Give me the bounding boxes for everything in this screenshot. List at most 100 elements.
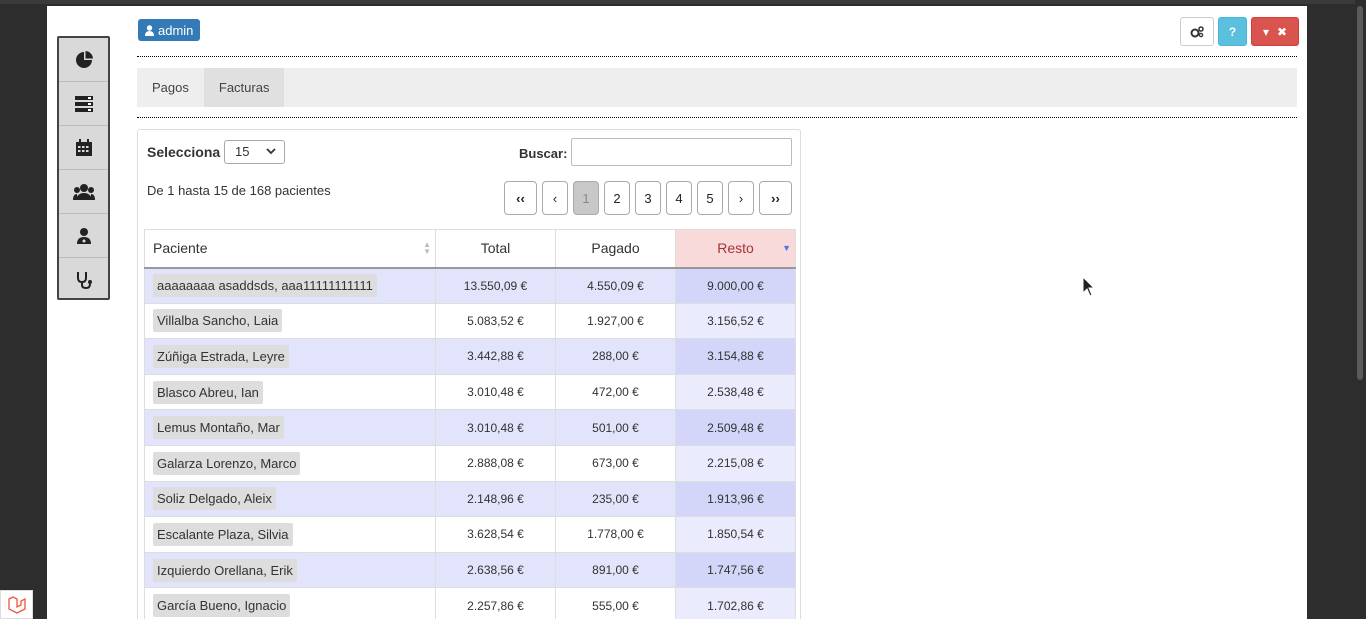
vertical-scrollbar[interactable] bbox=[1355, 0, 1366, 619]
toolbar: ? ▾ ✖ bbox=[1180, 17, 1299, 46]
help-button[interactable]: ? bbox=[1218, 17, 1247, 46]
users-icon bbox=[72, 183, 95, 200]
column-header-total[interactable]: Total bbox=[435, 229, 556, 269]
table-row[interactable]: Galarza Lorenzo, Marco 2.888,08 €673,00 €… bbox=[144, 444, 796, 482]
table-row[interactable]: García Bueno, Ignacio 2.257,86 €555,00 €1… bbox=[144, 587, 796, 619]
page-button-1[interactable]: 1 bbox=[573, 181, 599, 215]
settings-button[interactable] bbox=[1180, 17, 1214, 46]
search-label: Buscar: bbox=[519, 146, 568, 161]
patient-name[interactable]: Galarza Lorenzo, Marco bbox=[153, 451, 301, 475]
mouse-cursor-icon bbox=[1082, 276, 1096, 297]
cell-total: 2.257,86 € bbox=[435, 587, 556, 619]
cell-paciente: Escalante Plaza, Silvia bbox=[144, 516, 436, 553]
sidebar-item-dashboard[interactable] bbox=[59, 38, 108, 82]
cell-resto: 1.913,96 € bbox=[675, 480, 796, 518]
table-row[interactable]: Soliz Delgado, Aleix 2.148,96 €235,00 €1.… bbox=[144, 480, 796, 518]
sidebar-item-medical[interactable] bbox=[59, 258, 108, 302]
column-header-pagado[interactable]: Pagado bbox=[555, 229, 676, 269]
page-first-button[interactable]: ‹‹ bbox=[504, 181, 537, 215]
column-header-paciente[interactable]: Paciente ▲ ▼ bbox=[144, 229, 436, 269]
tab-facturas[interactable]: Facturas bbox=[203, 68, 285, 107]
patient-name[interactable]: Lemus Montaño, Mar bbox=[153, 416, 284, 440]
divider-bottom bbox=[137, 117, 1297, 118]
caret-down-icon: ▾ bbox=[1262, 24, 1269, 39]
cell-pagado: 288,00 € bbox=[555, 338, 676, 375]
cell-pagado: 555,00 € bbox=[555, 587, 676, 619]
cell-resto: 3.156,52 € bbox=[675, 302, 796, 340]
cell-resto: 2.215,08 € bbox=[675, 444, 796, 482]
cell-paciente: Izquierdo Orellana, Erik bbox=[144, 551, 436, 589]
window-control-button[interactable]: ▾ ✖ bbox=[1251, 17, 1299, 46]
page-last-button[interactable]: ›› bbox=[759, 181, 792, 215]
sort-both-icon: ▲ ▼ bbox=[423, 240, 431, 256]
patient-name[interactable]: Blasco Abreu, Ian bbox=[153, 380, 263, 404]
cell-total: 5.083,52 € bbox=[435, 302, 556, 340]
column-label: Total bbox=[480, 240, 511, 257]
user-badge[interactable]: admin bbox=[138, 19, 201, 41]
patient-name[interactable]: Zúñiga Estrada, Leyre bbox=[153, 344, 289, 368]
browser-top-strip bbox=[0, 0, 1366, 4]
cell-paciente: Lemus Montaño, Mar bbox=[144, 409, 436, 446]
sidebar bbox=[57, 36, 110, 300]
page-button-5[interactable]: 5 bbox=[697, 181, 723, 215]
patient-name[interactable]: García Bueno, Ignacio bbox=[153, 594, 291, 618]
column-header-resto[interactable]: Resto ▼ bbox=[675, 229, 796, 269]
page-size-label: Selecciona bbox=[147, 144, 221, 160]
table-row[interactable]: aaaaaaaa asaddsds, aaa11111111111 13.550,… bbox=[144, 267, 796, 304]
page-size-select[interactable]: 15 bbox=[224, 140, 285, 164]
payments-table: Paciente ▲ ▼ Total Pagado Resto ▼ aaaaaaa… bbox=[144, 229, 796, 619]
server-list-icon bbox=[74, 95, 93, 112]
sidebar-item-calendar[interactable] bbox=[59, 126, 108, 170]
cell-paciente: Blasco Abreu, Ian bbox=[144, 373, 436, 411]
table-row[interactable]: Blasco Abreu, Ian 3.010,48 €472,00 €2.538… bbox=[144, 373, 796, 411]
patient-name[interactable]: Soliz Delgado, Aleix bbox=[153, 487, 276, 511]
cell-paciente: Zúñiga Estrada, Leyre bbox=[144, 338, 436, 375]
page-content: admin ? ▾ ✖ Pagos Facturas Selecciona 15… bbox=[47, 6, 1307, 619]
cell-paciente: Villalba Sancho, Laia bbox=[144, 302, 436, 340]
cell-total: 2.148,96 € bbox=[435, 480, 556, 518]
column-label: Pagado bbox=[591, 240, 640, 257]
pagination: ‹‹ ‹ 1 2 3 4 5 › ›› bbox=[504, 181, 792, 215]
table-info: De 1 hasta 15 de 168 pacientes bbox=[147, 183, 331, 198]
cell-pagado: 472,00 € bbox=[555, 373, 676, 411]
patient-name[interactable]: Villalba Sancho, Laia bbox=[153, 309, 283, 333]
cell-resto: 2.509,48 € bbox=[675, 409, 796, 446]
payments-panel: Selecciona 15 Buscar: De 1 hasta 15 de 1… bbox=[137, 129, 801, 619]
table-row[interactable]: Zúñiga Estrada, Leyre 3.442,88 €288,00 €3… bbox=[144, 338, 796, 375]
patient-name[interactable]: Izquierdo Orellana, Erik bbox=[153, 558, 297, 582]
table-row[interactable]: Escalante Plaza, Silvia 3.628,54 €1.778,0… bbox=[144, 516, 796, 553]
search-input[interactable] bbox=[571, 138, 792, 166]
page-button-3[interactable]: 3 bbox=[635, 181, 661, 215]
scrollbar-thumb[interactable] bbox=[1357, 6, 1363, 380]
patient-name[interactable]: aaaaaaaa asaddsds, aaa11111111111 bbox=[153, 274, 377, 298]
patient-name[interactable]: Escalante Plaza, Silvia bbox=[153, 522, 293, 546]
table-row[interactable]: Izquierdo Orellana, Erik 2.638,56 €891,00… bbox=[144, 551, 796, 589]
table-row[interactable]: Villalba Sancho, Laia 5.083,52 €1.927,00 … bbox=[144, 302, 796, 340]
sidebar-item-patients[interactable] bbox=[59, 170, 108, 214]
column-label: Resto bbox=[717, 240, 754, 257]
page-size-value: 15 bbox=[235, 144, 250, 159]
page-next-button[interactable]: › bbox=[728, 181, 754, 215]
pie-chart-icon bbox=[75, 50, 93, 68]
cell-total: 2.638,56 € bbox=[435, 551, 556, 589]
sidebar-item-list[interactable] bbox=[59, 82, 108, 126]
user-name: admin bbox=[158, 22, 194, 38]
cell-resto: 1.747,56 € bbox=[675, 551, 796, 589]
cell-pagado: 501,00 € bbox=[555, 409, 676, 446]
table-row[interactable]: Lemus Montaño, Mar 3.010,48 €501,00 €2.50… bbox=[144, 409, 796, 446]
page-button-4[interactable]: 4 bbox=[666, 181, 692, 215]
page-prev-button[interactable]: ‹ bbox=[542, 181, 568, 215]
tab-pagos[interactable]: Pagos bbox=[137, 68, 204, 107]
cell-total: 2.888,08 € bbox=[435, 444, 556, 482]
cell-total: 3.010,48 € bbox=[435, 373, 556, 411]
divider-top bbox=[137, 56, 1297, 57]
sidebar-item-doctors[interactable] bbox=[59, 214, 108, 258]
stethoscope-icon bbox=[76, 272, 92, 289]
cell-resto: 1.850,54 € bbox=[675, 516, 796, 553]
page-button-2[interactable]: 2 bbox=[604, 181, 630, 215]
cell-pagado: 1.778,00 € bbox=[555, 516, 676, 553]
cell-paciente: Soliz Delgado, Aleix bbox=[144, 480, 436, 518]
cell-resto: 3.154,88 € bbox=[675, 338, 796, 375]
column-label: Paciente bbox=[153, 240, 208, 257]
close-icon: ✖ bbox=[1276, 24, 1288, 39]
